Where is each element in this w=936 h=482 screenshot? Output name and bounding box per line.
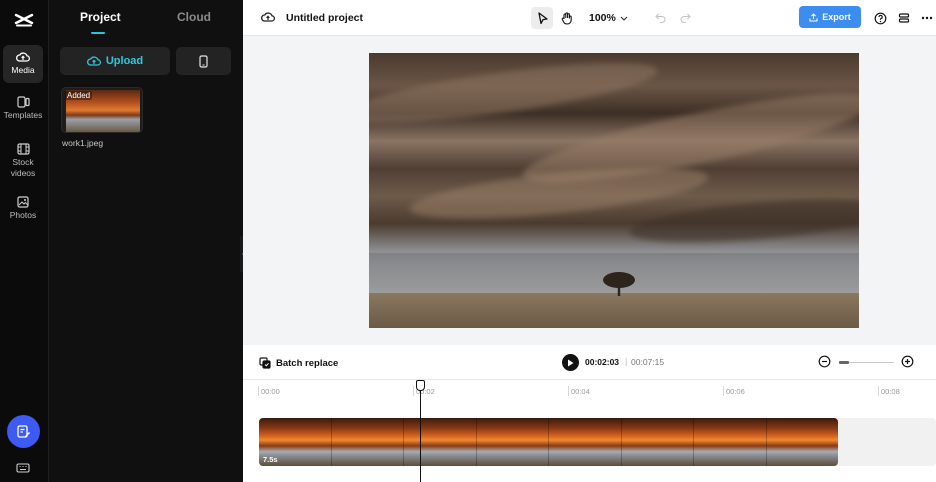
zoom-in-icon (901, 355, 914, 368)
upload-button[interactable]: Upload (60, 47, 170, 75)
zoom-out-icon (818, 355, 831, 368)
keyboard-shortcuts-icon[interactable] (16, 462, 30, 476)
export-button[interactable]: Export (799, 6, 861, 28)
export-icon (809, 12, 818, 22)
hand-icon (561, 11, 572, 25)
cloud-upload-icon (86, 56, 101, 66)
clip-frame (621, 418, 694, 466)
rail-item-templates[interactable]: Templates (3, 96, 43, 126)
field-ground (369, 293, 859, 328)
playhead-line[interactable] (420, 380, 421, 482)
upload-label: Upload (105, 55, 144, 67)
rail-label-templates: Templates (3, 110, 43, 120)
edit-document-icon (17, 425, 30, 438)
top-bar: Untitled project 100% Export (243, 0, 936, 36)
film-icon (16, 143, 30, 155)
left-rail: Media Templates Stock videos Photos (0, 0, 49, 482)
zoom-dropdown[interactable]: 100% (589, 12, 628, 24)
rail-item-stock-videos[interactable]: Stock videos (3, 143, 43, 183)
capcut-logo[interactable] (12, 10, 36, 30)
batch-replace-icon (259, 357, 271, 369)
help-button[interactable] (869, 7, 891, 29)
batch-replace-button[interactable]: Batch replace (259, 357, 338, 369)
clip-frame (549, 418, 622, 466)
storage-button[interactable] (893, 7, 915, 29)
editor-main: Untitled project 100% Export Batch repla… (243, 0, 936, 482)
rail-label-photos: Photos (9, 210, 37, 220)
rail-label-stock-videos: Stock videos (10, 157, 36, 178)
undo-button[interactable] (649, 7, 671, 29)
timeline-ruler[interactable]: 00:00 00:02 00:04 00:06 00:08 (243, 380, 936, 402)
layers-stack-icon (898, 13, 910, 23)
play-icon (568, 359, 574, 366)
upload-from-phone-button[interactable] (176, 47, 231, 75)
ruler-tick (878, 386, 879, 396)
phone-icon (199, 54, 208, 68)
cloud-sync-icon[interactable] (261, 11, 275, 26)
clip-frame (476, 418, 549, 466)
ruler-tick-label: 00:06 (726, 387, 745, 396)
cursor-icon (537, 11, 548, 24)
ruler-tick-label: 00:08 (881, 387, 900, 396)
clip-frame (694, 418, 767, 466)
ruler-tick (723, 386, 724, 396)
zoom-slider-knob[interactable] (839, 361, 849, 364)
redo-icon (680, 13, 691, 23)
timeline-zoom-slider[interactable] (839, 361, 894, 364)
ruler-tick (413, 386, 414, 396)
playhead-handle[interactable] (416, 380, 425, 391)
added-badge: Added (65, 91, 93, 100)
project-title[interactable]: Untitled project (286, 12, 363, 24)
ruler-tick-label: 00:04 (571, 387, 590, 396)
rail-item-media[interactable]: Media (3, 45, 43, 83)
select-tool-button[interactable] (531, 7, 553, 29)
ruler-tick (258, 386, 259, 396)
templates-icon (16, 96, 30, 108)
zoom-value: 100% (589, 12, 616, 24)
clip-frame (404, 418, 477, 466)
cloud-streak (369, 53, 661, 136)
cloud-upload-icon (16, 52, 30, 62)
export-label: Export (822, 12, 851, 22)
media-panel: Project Cloud Upload Added work1.jpeg (49, 0, 243, 482)
clip-duration: 7.5s (263, 455, 278, 464)
active-tab-indicator (91, 32, 105, 34)
ruler-tick-label: 00:00 (261, 387, 280, 396)
media-asset-thumbnail[interactable]: Added (61, 87, 143, 133)
time-separator: | (625, 356, 628, 366)
tab-cloud[interactable]: Cloud (177, 10, 211, 24)
panel-tabs: Project Cloud (49, 0, 243, 36)
play-button[interactable] (562, 354, 579, 371)
asset-filename: work1.jpeg (62, 138, 104, 148)
clip-frame (766, 418, 838, 466)
current-time: 00:02:03 (585, 357, 620, 367)
help-icon (874, 12, 886, 24)
clip-frame (331, 418, 404, 466)
edit-fab-button[interactable] (7, 415, 40, 448)
cloud-streak (627, 191, 859, 251)
more-dots-icon (921, 16, 933, 20)
video-clip[interactable] (259, 418, 838, 466)
hand-tool-button[interactable] (556, 7, 578, 29)
timeline-toolbar: Batch replace 00:02:03 | 00:07:15 (243, 345, 936, 380)
rail-item-photos[interactable]: Photos (3, 196, 43, 226)
chevron-down-icon (620, 16, 628, 21)
ruler-tick (568, 386, 569, 396)
undo-icon (654, 13, 665, 23)
total-time: 00:07:15 (631, 357, 665, 367)
image-icon (17, 196, 29, 208)
batch-replace-label: Batch replace (276, 357, 339, 369)
timeline-zoom-out-button[interactable] (818, 355, 831, 371)
more-menu-button[interactable] (918, 7, 936, 29)
timeline-zoom-in-button[interactable] (901, 355, 914, 371)
preview-canvas[interactable] (369, 53, 859, 328)
rail-label-media: Media (11, 65, 35, 75)
lone-tree (603, 272, 635, 296)
redo-button[interactable] (674, 7, 696, 29)
tab-project[interactable]: Project (80, 10, 121, 24)
